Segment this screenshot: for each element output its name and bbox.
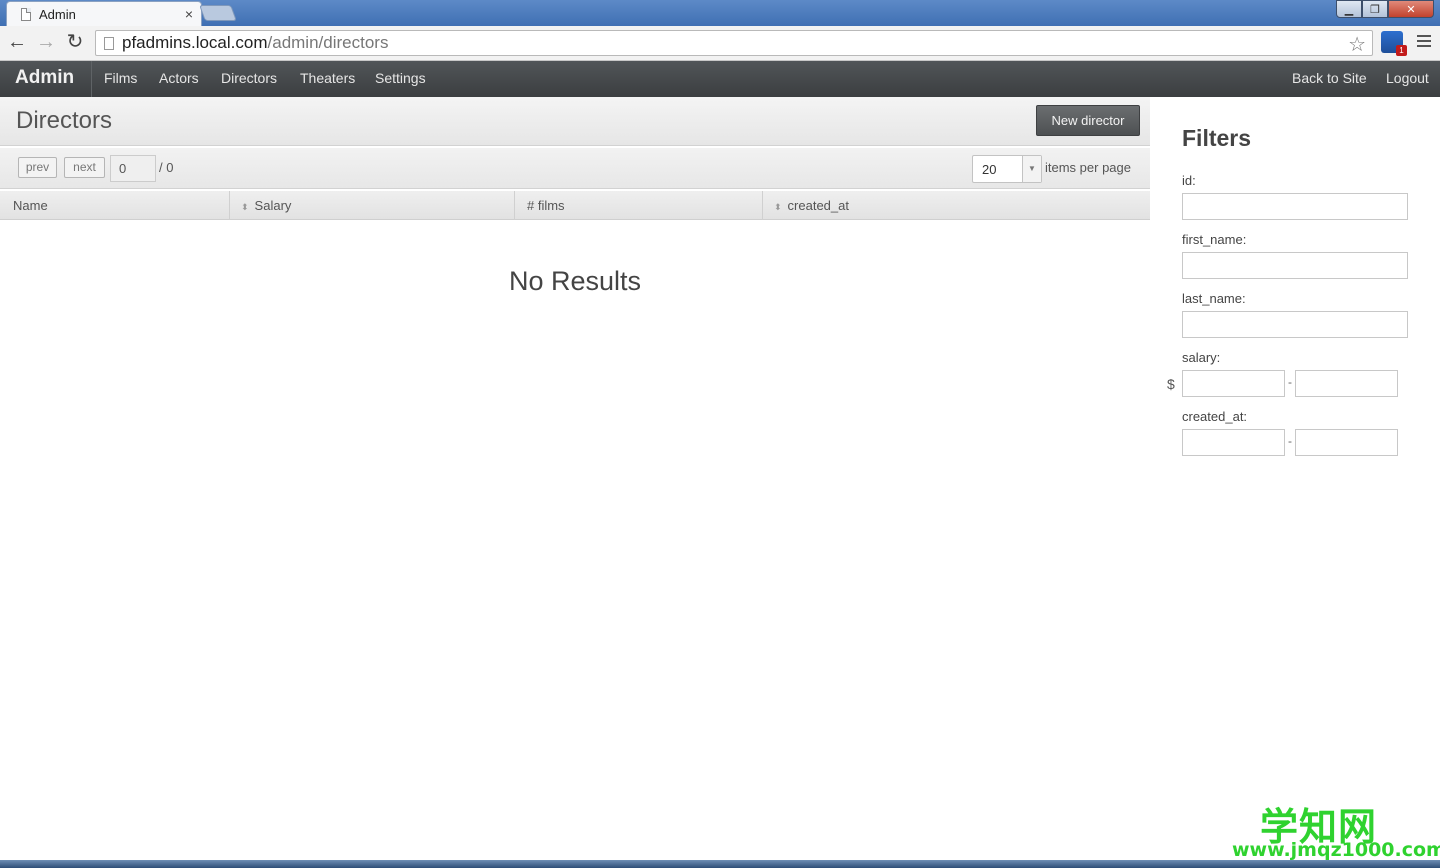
filter-label-id: id:: [1182, 173, 1196, 188]
browser-titlebar: Admin × ▁ ❐ ✕: [0, 0, 1440, 26]
new-tab-button[interactable]: [199, 5, 237, 21]
items-per-page-select[interactable]: 20 ▼: [972, 155, 1042, 183]
empty-state-message: No Results: [508, 266, 642, 296]
range-separator: -: [1288, 375, 1292, 389]
restore-button[interactable]: ❐: [1362, 0, 1388, 18]
window-controls: ▁ ❐ ✕: [1336, 0, 1434, 18]
column-header-created-at[interactable]: ⬍ created_at: [763, 191, 1150, 220]
sort-icon: ⬍: [241, 202, 249, 212]
nav-link-theaters[interactable]: Theaters: [300, 70, 355, 86]
filters-title: Filters: [1182, 125, 1252, 151]
brand-link[interactable]: Admin: [15, 67, 74, 89]
navbar-divider: [91, 61, 92, 97]
nav-link-films[interactable]: Films: [104, 70, 137, 86]
bookmark-star-icon[interactable]: ☆: [1348, 32, 1366, 57]
watermark: 学知网 www.jmqz1000.com: [1224, 796, 1440, 861]
app-navbar: Admin Films Actors Directors Theaters Se…: [0, 61, 1440, 97]
page-header: Directors New director: [0, 97, 1150, 146]
range-separator: -: [1288, 434, 1292, 448]
created-at-to-input[interactable]: [1295, 429, 1398, 456]
back-arrow-icon[interactable]: ←: [6, 32, 28, 54]
column-header-salary[interactable]: ⬍ Salary: [230, 191, 515, 220]
nav-link-settings[interactable]: Settings: [375, 70, 426, 86]
filter-label-last-name: last_name:: [1182, 291, 1246, 306]
column-label: Name: [13, 198, 48, 213]
reload-icon[interactable]: ↻: [64, 32, 86, 54]
salary-max-input[interactable]: [1295, 370, 1398, 397]
filter-label-first-name: first_name:: [1182, 232, 1247, 247]
chevron-down-icon: ▼: [1022, 156, 1041, 182]
prev-button[interactable]: prev: [18, 157, 57, 178]
pagination-bar: prev next / 0 20 ▼ items per page: [0, 148, 1150, 189]
browser-tab[interactable]: Admin ×: [6, 1, 202, 26]
table-header: Name ⬍ Salary # films ⬍ created_at: [0, 191, 1150, 220]
filter-label-salary: salary:: [1182, 350, 1221, 365]
os-taskbar: [0, 860, 1440, 868]
column-label: # films: [527, 198, 565, 213]
items-per-page-label: items per page: [1045, 160, 1131, 175]
minimize-button[interactable]: ▁: [1336, 0, 1362, 18]
tab-title: Admin: [39, 6, 76, 22]
nav-link-actors[interactable]: Actors: [159, 70, 199, 86]
last-name-filter-input[interactable]: [1182, 311, 1408, 338]
extension-icon[interactable]: [1381, 31, 1407, 56]
tab-close-icon[interactable]: ×: [185, 6, 193, 22]
nav-link-directors[interactable]: Directors: [221, 70, 277, 86]
page-icon: [104, 36, 114, 50]
column-header-films[interactable]: # films: [515, 191, 763, 220]
created-at-from-input[interactable]: [1182, 429, 1285, 456]
close-window-button[interactable]: ✕: [1388, 0, 1434, 18]
url-host: pfadmins.local.com: [122, 33, 268, 52]
page-total: / 0: [159, 160, 174, 175]
items-per-page-value: 20: [982, 162, 997, 177]
logout-link[interactable]: Logout: [1386, 70, 1429, 86]
back-to-site-link[interactable]: Back to Site: [1292, 70, 1367, 86]
browser-menu-icon[interactable]: [1417, 35, 1431, 49]
filter-label-created-at: created_at:: [1182, 409, 1248, 424]
page-number-input[interactable]: [110, 155, 156, 182]
salary-currency-prefix: $: [1167, 376, 1175, 392]
new-director-button[interactable]: New director: [1036, 105, 1140, 136]
column-label: Salary: [254, 198, 292, 213]
column-label: created_at: [787, 198, 849, 213]
browser-toolbar: ← → ↻ pfadmins.local.com/admin/directors…: [0, 26, 1440, 61]
sort-icon: ⬍: [774, 202, 782, 212]
page-icon: [21, 7, 31, 21]
forward-arrow-icon[interactable]: →: [35, 32, 57, 54]
salary-min-input[interactable]: [1182, 370, 1285, 397]
page-title: Directors: [16, 107, 113, 134]
url-path: /admin/directors: [267, 33, 389, 52]
next-button[interactable]: next: [64, 157, 105, 178]
column-header-name[interactable]: Name: [0, 191, 230, 220]
first-name-filter-input[interactable]: [1182, 252, 1408, 279]
watermark-url: www.jmqz1000.com: [1232, 839, 1440, 861]
address-bar[interactable]: pfadmins.local.com/admin/directors ☆: [95, 30, 1373, 56]
id-filter-input[interactable]: [1182, 193, 1408, 220]
